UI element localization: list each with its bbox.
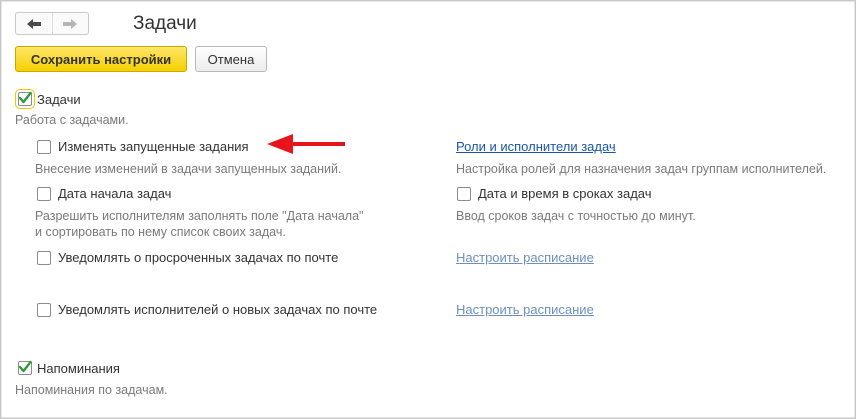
page-title: Задачи [133, 13, 197, 34]
window-frame: Задачи Сохранить настройки Отмена Задачи… [0, 0, 856, 419]
task-start-date-checkbox[interactable] [37, 187, 51, 201]
back-button[interactable] [16, 13, 52, 34]
forward-button[interactable] [51, 13, 89, 34]
checkmark-icon [18, 360, 32, 373]
checkmark-icon [18, 91, 32, 104]
arrow-right-icon [63, 18, 78, 29]
datetime-in-deadlines-checkbox[interactable] [457, 187, 471, 201]
datetime-in-deadlines-hint: Ввод сроков задач с точностью до минут. [456, 209, 696, 223]
tasks-checkbox-label: Задачи [37, 92, 81, 107]
roles-link[interactable]: Роли и исполнители задач [456, 139, 616, 154]
task-start-date-label: Дата начала задач [58, 186, 172, 201]
notify-new-tasks-checkbox[interactable] [37, 303, 51, 317]
notify-new-tasks-label: Уведомлять исполнителей о новых задачах … [58, 302, 378, 317]
task-start-date-hint-2: и сортировать по нему список своих задач… [35, 225, 286, 239]
edit-running-tasks-hint: Внесение изменений в задачи запущенных з… [35, 162, 342, 176]
red-arrow-icon [267, 134, 345, 154]
save-settings-button[interactable]: Сохранить настройки [15, 46, 187, 72]
tasks-checkbox[interactable] [15, 89, 35, 109]
task-start-date-hint-1: Разрешить исполнителям заполнять поле "Д… [35, 209, 364, 223]
edit-running-tasks-label: Изменять запущенные задания [58, 139, 249, 154]
notify-overdue-label: Уведомлять о просроченных задачах по поч… [58, 250, 339, 265]
tasks-description: Работа с задачами. [15, 113, 129, 127]
edit-running-tasks-checkbox[interactable] [37, 140, 51, 154]
schedule-link-new-tasks[interactable]: Настроить расписание [456, 302, 594, 317]
reminders-description: Напоминания по задачам. [15, 383, 168, 397]
datetime-in-deadlines-label: Дата и время в сроках задач [478, 186, 652, 201]
schedule-link-overdue[interactable]: Настроить расписание [456, 250, 594, 265]
reminders-checkbox-label: Напоминания [37, 361, 120, 376]
notify-overdue-checkbox[interactable] [37, 251, 51, 265]
arrow-left-icon [26, 18, 41, 29]
nav-buttons [15, 12, 89, 35]
roles-hint: Настройка ролей для назначения задач гру… [456, 162, 827, 176]
cancel-button[interactable]: Отмена [195, 46, 267, 72]
reminders-checkbox[interactable] [18, 360, 32, 375]
